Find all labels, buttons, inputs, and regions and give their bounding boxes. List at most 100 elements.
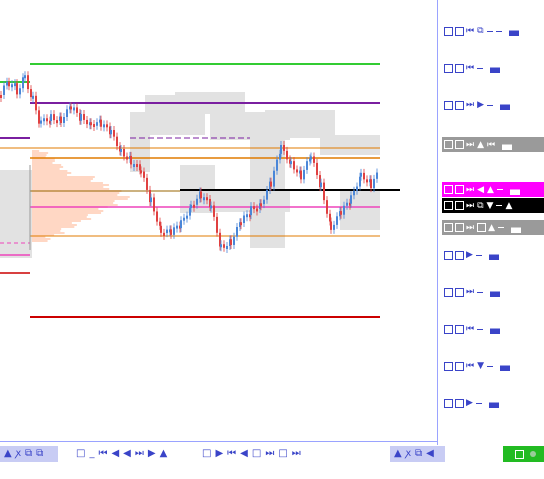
tick-icon[interactable] [487, 104, 494, 106]
square-icon[interactable] [455, 398, 464, 408]
square-icon[interactable] [444, 250, 453, 260]
up-icon[interactable]: ▲ [505, 201, 512, 211]
double-left-icon[interactable]: ⏮ [466, 361, 474, 371]
price-axis-row[interactable]: ⏭ ▲ [442, 220, 544, 235]
up-icon[interactable]: ▲ [488, 223, 495, 233]
toolbar-icon[interactable]: ⧉ [415, 448, 422, 460]
price-chart[interactable] [0, 0, 437, 445]
toolbar-icon[interactable]: □ [76, 448, 85, 460]
down-icon[interactable]: ▼ [477, 361, 484, 371]
tick-icon[interactable] [496, 205, 503, 206]
price-axis-row[interactable]: ▶ [442, 396, 544, 410]
up-icon[interactable]: ▲ [487, 185, 494, 195]
tick-icon[interactable] [487, 365, 494, 367]
toolbar-icon[interactable]: _ [89, 448, 94, 460]
square-icon[interactable] [444, 287, 453, 297]
bar-icon[interactable] [490, 324, 501, 334]
square-icon[interactable] [455, 287, 464, 297]
square-icon[interactable] [444, 26, 453, 36]
double-left-icon[interactable]: ⏮ [466, 26, 474, 36]
square-icon[interactable] [444, 140, 453, 149]
up-icon[interactable]: ▲ [477, 140, 484, 150]
square-icon[interactable] [444, 398, 453, 408]
square-icon[interactable] [444, 361, 453, 371]
toolbar-icon[interactable]: ▶ [148, 448, 156, 460]
tick-icon[interactable] [495, 30, 502, 32]
square-icon[interactable] [444, 201, 453, 210]
double-right-icon[interactable]: ⏭ [466, 100, 474, 110]
price-axis-row[interactable]: ⏮ [442, 322, 544, 336]
bottom-toolbar-nav-2[interactable]: □ ▶ ⏮ ◀ □ ⏭ □ ⏭ [200, 446, 303, 462]
square-icon[interactable] [455, 63, 464, 73]
left-icon[interactable]: ◀ [477, 185, 484, 195]
toolbar-icon[interactable]: ⏭ [265, 448, 274, 460]
copy-icon[interactable]: ⧉ [477, 201, 483, 211]
toolbar-icon[interactable]: ꭗ [406, 448, 411, 460]
right-icon[interactable]: ▶ [477, 100, 484, 110]
double-right-icon[interactable]: ⏭ [466, 223, 474, 233]
bar-icon[interactable] [490, 63, 501, 73]
square-icon[interactable] [444, 324, 453, 334]
double-right-icon[interactable]: ⏭ [466, 140, 474, 150]
toolbar-icon[interactable]: □ [278, 448, 287, 460]
square-icon[interactable] [444, 185, 453, 194]
toolbar-icon[interactable]: ◀ [123, 448, 131, 460]
copy-icon[interactable]: ⧉ [477, 26, 483, 36]
down-icon[interactable]: ▼ [487, 201, 494, 211]
toolbar-icon[interactable]: ◀ [240, 448, 248, 460]
toolbar-icon[interactable]: ⏭ [135, 448, 144, 460]
bar-icon[interactable] [500, 361, 511, 371]
square-icon[interactable] [455, 100, 464, 110]
bar-icon[interactable] [488, 250, 499, 260]
square-icon[interactable] [455, 250, 464, 260]
square-icon[interactable] [455, 140, 464, 149]
square-icon[interactable] [455, 201, 464, 210]
bar-icon[interactable] [511, 222, 522, 233]
toolbar-icon[interactable]: ◀ [426, 448, 434, 460]
toolbar-icon[interactable]: ꭗ [16, 448, 21, 460]
tick-icon[interactable] [498, 227, 505, 228]
square-icon[interactable] [444, 100, 453, 110]
price-axis-row[interactable]: ⏮ [442, 61, 544, 75]
tick-icon[interactable] [477, 328, 484, 330]
double-right-icon[interactable]: ⏭ [466, 201, 474, 211]
bar-icon[interactable] [509, 184, 520, 195]
tick-icon[interactable] [477, 291, 484, 293]
toolbar-icon[interactable]: ▲ [160, 448, 168, 460]
price-axis-row[interactable]: ⏭ ▶ [442, 98, 544, 112]
toolbar-icon[interactable]: ▶ [215, 448, 223, 460]
price-axis-row[interactable]: ⏮ ▼ [442, 359, 544, 373]
square-icon[interactable] [455, 185, 464, 194]
toolbar-icon[interactable]: ⧉ [25, 448, 32, 460]
square-icon[interactable] [455, 324, 464, 334]
double-left-icon[interactable]: ⏮ [466, 63, 474, 73]
square-icon[interactable] [477, 223, 487, 232]
toolbar-icon[interactable]: ⧉ [36, 448, 43, 460]
square-icon[interactable] [455, 361, 464, 371]
toolbar-icon[interactable]: □ [202, 448, 211, 460]
tick-icon[interactable] [475, 402, 482, 404]
toolbar-icon[interactable]: □ [252, 448, 261, 460]
tick-icon[interactable] [486, 30, 493, 32]
square-icon[interactable] [444, 223, 453, 232]
price-axis-row[interactable]: ⏭ ⧉ ▼ ▲ [442, 198, 544, 213]
toolbar-icon[interactable]: ◀ [111, 448, 119, 460]
toolbar-icon[interactable]: ⏭ [292, 448, 301, 460]
bar-icon[interactable] [500, 100, 511, 110]
double-left-icon[interactable]: ⏮ [487, 140, 495, 150]
square-icon[interactable] [455, 223, 464, 232]
bar-icon[interactable] [490, 287, 501, 297]
status-indicator-green[interactable] [503, 446, 544, 462]
bottom-toolbar-nav-1[interactable]: □ _ ⏮ ◀ ◀ ⏭ ▶ ▲ [74, 446, 169, 462]
square-icon[interactable] [455, 26, 464, 36]
bar-icon[interactable] [502, 139, 513, 150]
toolbar-icon[interactable]: ⏮ [98, 448, 107, 460]
price-axis-row[interactable]: ▶ [442, 248, 544, 262]
right-icon[interactable]: ▶ [466, 250, 473, 260]
chart-area[interactable] [0, 0, 437, 445]
price-axis-row[interactable]: ⏮ ⧉ [442, 24, 544, 38]
tick-icon[interactable] [477, 67, 484, 69]
double-right-icon[interactable]: ⏭ [466, 287, 474, 297]
double-left-icon[interactable]: ⏮ [466, 324, 474, 334]
bar-icon[interactable] [508, 26, 519, 36]
